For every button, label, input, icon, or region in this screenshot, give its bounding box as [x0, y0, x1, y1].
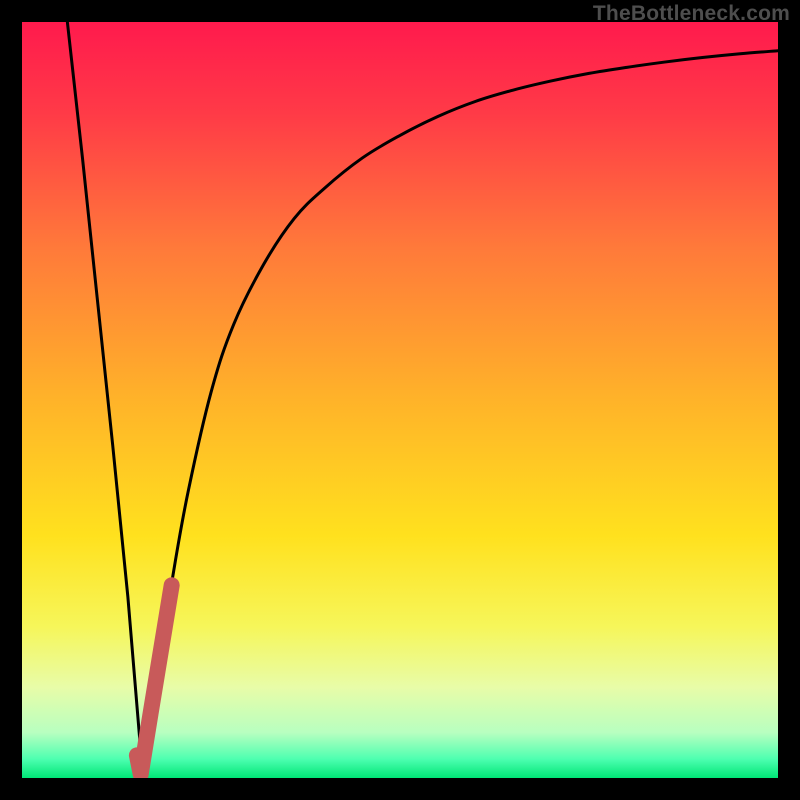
bottleneck-chart-svg	[22, 22, 778, 778]
plot-area	[22, 22, 778, 778]
attribution-watermark: TheBottleneck.com	[593, 2, 790, 26]
chart-frame: TheBottleneck.com	[0, 0, 800, 800]
